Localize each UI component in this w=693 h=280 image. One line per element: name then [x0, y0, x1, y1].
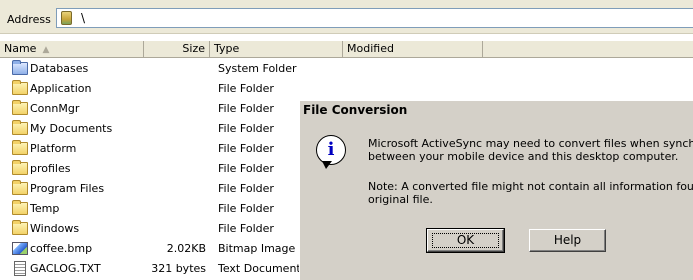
- folder-icon: [12, 160, 28, 175]
- column-name-label: Name: [4, 42, 37, 55]
- file-name: Application: [30, 82, 92, 95]
- file-type: File Folder: [218, 202, 274, 215]
- file-type: Bitmap Image: [218, 242, 296, 255]
- file-type: File Folder: [218, 162, 274, 175]
- address-bar: Address \: [0, 0, 693, 34]
- help-button[interactable]: Help: [529, 229, 606, 252]
- file-name: Databases: [30, 62, 89, 75]
- address-path: \: [81, 11, 86, 25]
- column-header-modified[interactable]: Modified: [343, 41, 483, 57]
- folder-icon: [12, 200, 28, 215]
- system-folder-icon: [12, 60, 28, 75]
- device-icon: [61, 11, 72, 25]
- list-item[interactable]: Databases System Folder: [0, 59, 693, 79]
- sort-ascending-icon: ▲: [42, 45, 50, 55]
- file-type: File Folder: [218, 82, 274, 95]
- file-name: coffee.bmp: [30, 242, 93, 255]
- dialog-note-line: Note: A converted file might not contain…: [368, 180, 693, 193]
- file-name: ConnMgr: [30, 102, 80, 115]
- file-type: File Folder: [218, 142, 274, 155]
- dialog-message-line: between your mobile device and this desk…: [368, 150, 679, 163]
- file-name: My Documents: [30, 122, 113, 135]
- file-size: 321 bytes: [151, 262, 206, 275]
- ok-button[interactable]: OK: [426, 228, 505, 253]
- file-type: File Folder: [218, 102, 274, 115]
- text-file-icon: [14, 261, 26, 276]
- dialog-note: Note: A converted file might not contain…: [368, 180, 693, 206]
- file-name: Platform: [30, 142, 77, 155]
- file-size: 2.02KB: [166, 242, 206, 255]
- folder-icon: [12, 120, 28, 135]
- file-name: GACLOG.TXT: [30, 262, 101, 275]
- column-header-name[interactable]: Name ▲: [0, 41, 144, 57]
- file-name: profiles: [30, 162, 71, 175]
- dialog-note-line: original file.: [368, 193, 433, 206]
- folder-icon: [12, 100, 28, 115]
- file-name: Temp: [30, 202, 60, 215]
- folder-icon: [12, 220, 28, 235]
- file-name: Windows: [30, 222, 80, 235]
- file-type: File Folder: [218, 122, 274, 135]
- column-header-row: Name ▲ Size Type Modified: [0, 41, 693, 58]
- file-type: File Folder: [218, 222, 274, 235]
- folder-icon: [12, 180, 28, 195]
- list-item[interactable]: Application File Folder: [0, 79, 693, 99]
- column-header-size[interactable]: Size: [144, 41, 210, 57]
- folder-icon: [12, 80, 28, 95]
- address-input[interactable]: \: [56, 8, 693, 28]
- bitmap-file-icon: [12, 242, 28, 255]
- dialog-message: Microsoft ActiveSync may need to convert…: [368, 137, 693, 163]
- info-icon-tail: [322, 161, 332, 169]
- focus-rectangle: [432, 233, 499, 248]
- file-name: Program Files: [30, 182, 105, 195]
- file-conversion-dialog: File Conversion i Microsoft ActiveSync m…: [299, 100, 693, 280]
- address-label: Address: [7, 13, 51, 26]
- dialog-title[interactable]: File Conversion: [300, 101, 693, 119]
- file-type: Text Document: [218, 262, 301, 275]
- column-header-type[interactable]: Type: [210, 41, 343, 57]
- file-type: System Folder: [218, 62, 297, 75]
- file-type: File Folder: [218, 182, 274, 195]
- dialog-message-line: Microsoft ActiveSync may need to convert…: [368, 137, 693, 150]
- folder-icon: [12, 140, 28, 155]
